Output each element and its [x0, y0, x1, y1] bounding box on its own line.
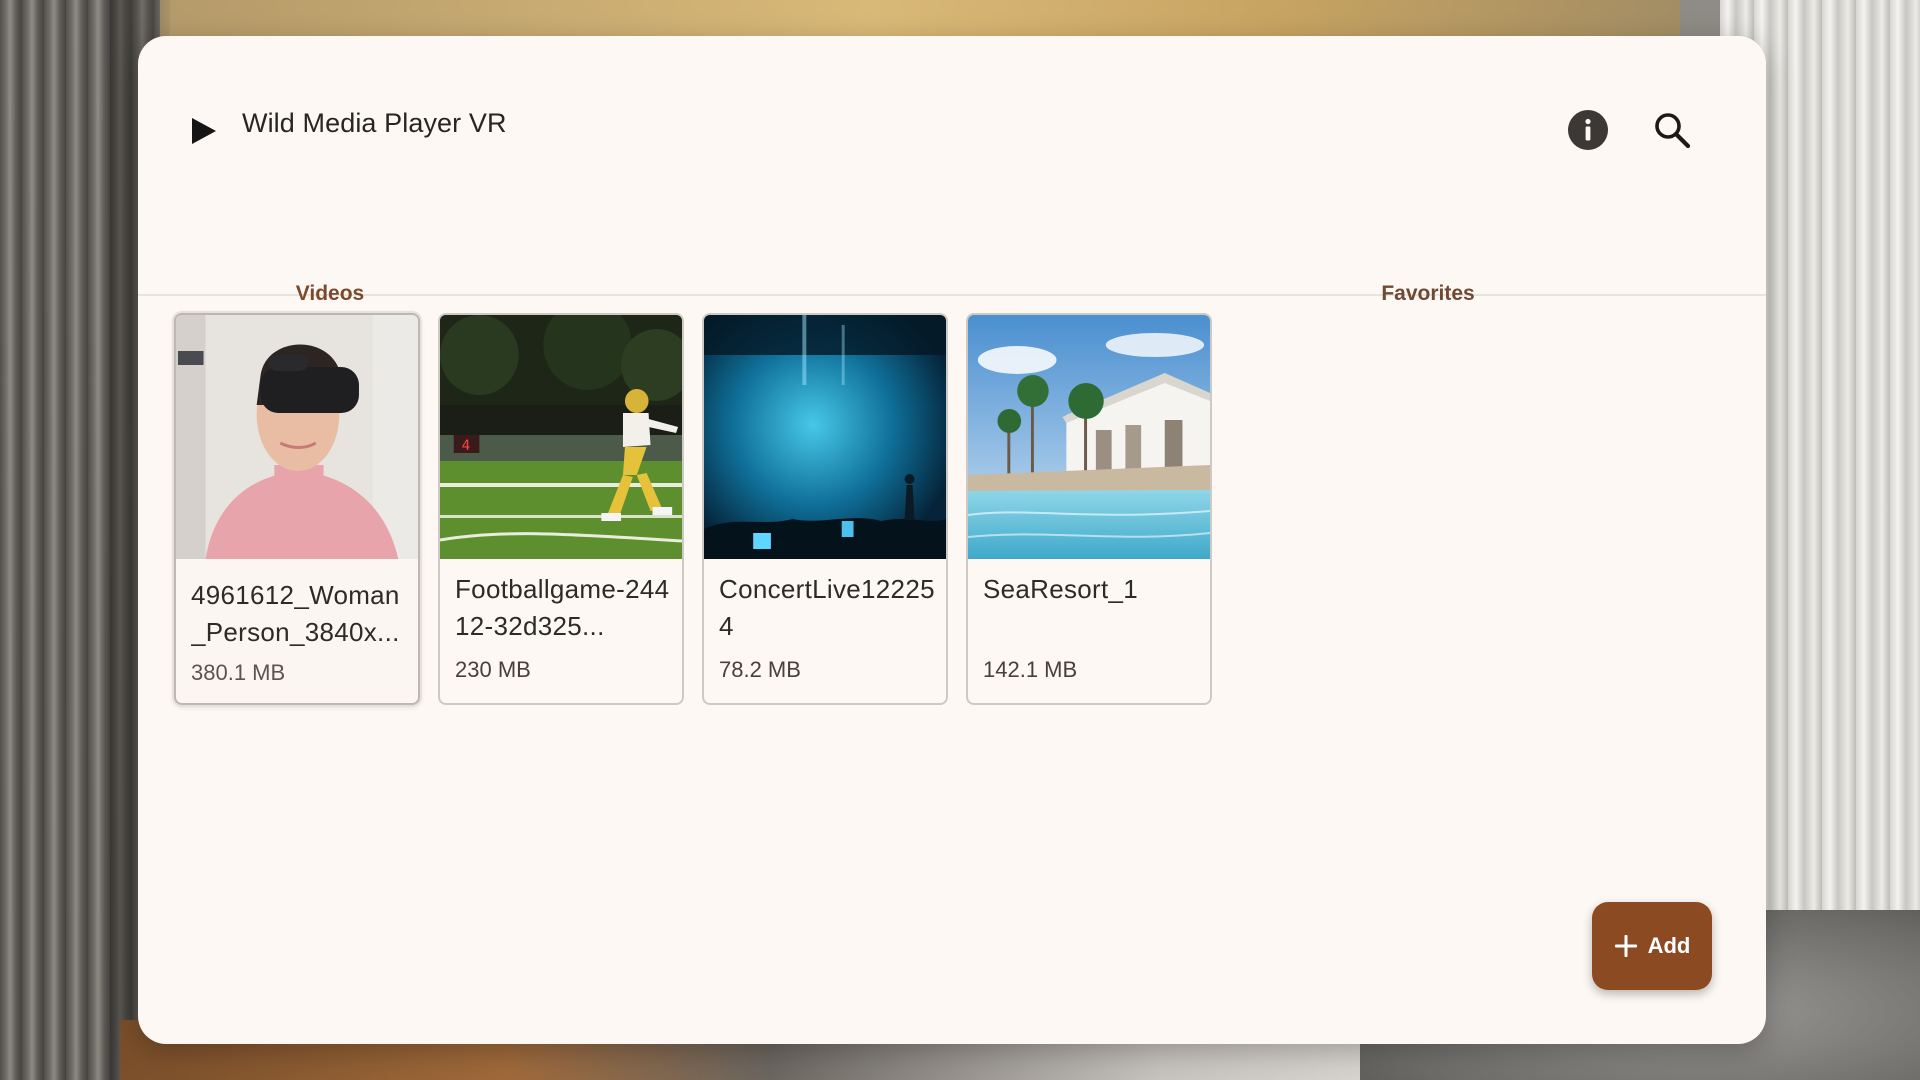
video-file-size: 142.1 MB — [983, 657, 1078, 682]
video-thumbnail — [704, 315, 946, 559]
tab-bar: Videos Favorites — [138, 236, 1766, 327]
app-title: Wild Media Player VR — [242, 108, 507, 138]
tab-videos[interactable]: Videos — [138, 236, 952, 327]
app-window: Wild Media Player VR Videos Favorites 49… — [138, 36, 1766, 1044]
add-button-label: Add — [1647, 933, 1691, 958]
video-thumbnail — [176, 315, 418, 559]
video-card[interactable]: 4961612_Woman_Person_3840x... 380.1 MB — [174, 313, 420, 705]
tab-favorites[interactable]: Favorites — [952, 236, 1766, 305]
video-card[interactable]: ConcertLive122254 78.2 MB — [702, 313, 948, 705]
search-icon — [1655, 113, 1691, 149]
video-card[interactable]: SeaResort_1 142.1 MB — [966, 313, 1212, 705]
tab-videos-label: Videos — [293, 282, 367, 327]
info-icon — [1568, 110, 1608, 150]
video-thumbnail — [968, 315, 1210, 559]
video-file-size: 230 MB — [455, 657, 531, 682]
video-file-size: 78.2 MB — [719, 657, 801, 682]
svg-text:4: 4 — [462, 438, 471, 454]
video-grid: 4961612_Woman_Person_3840x... 380.1 MB 4 — [174, 313, 1212, 705]
plus-icon — [1614, 935, 1637, 957]
video-title: SeaResort_1 — [983, 574, 1139, 604]
video-title: 4961612_Woman_Person_3840x... — [191, 580, 400, 647]
video-file-size: 380.1 MB — [191, 660, 286, 685]
play-icon — [192, 118, 216, 144]
video-thumbnail: 4 — [440, 315, 682, 559]
top-app-bar: Wild Media Player VR — [138, 36, 1766, 196]
video-title: ConcertLive122254 — [719, 574, 935, 641]
info-button[interactable] — [1564, 106, 1612, 154]
video-card[interactable]: 4 Footballgame-24412-32d325... 230 MB — [438, 313, 684, 705]
video-title: Footballgame-24412-32d325... — [455, 574, 670, 641]
tab-favorites-label: Favorites — [1381, 282, 1475, 305]
search-button[interactable] — [1648, 106, 1696, 154]
add-button[interactable]: Add — [1592, 902, 1712, 990]
